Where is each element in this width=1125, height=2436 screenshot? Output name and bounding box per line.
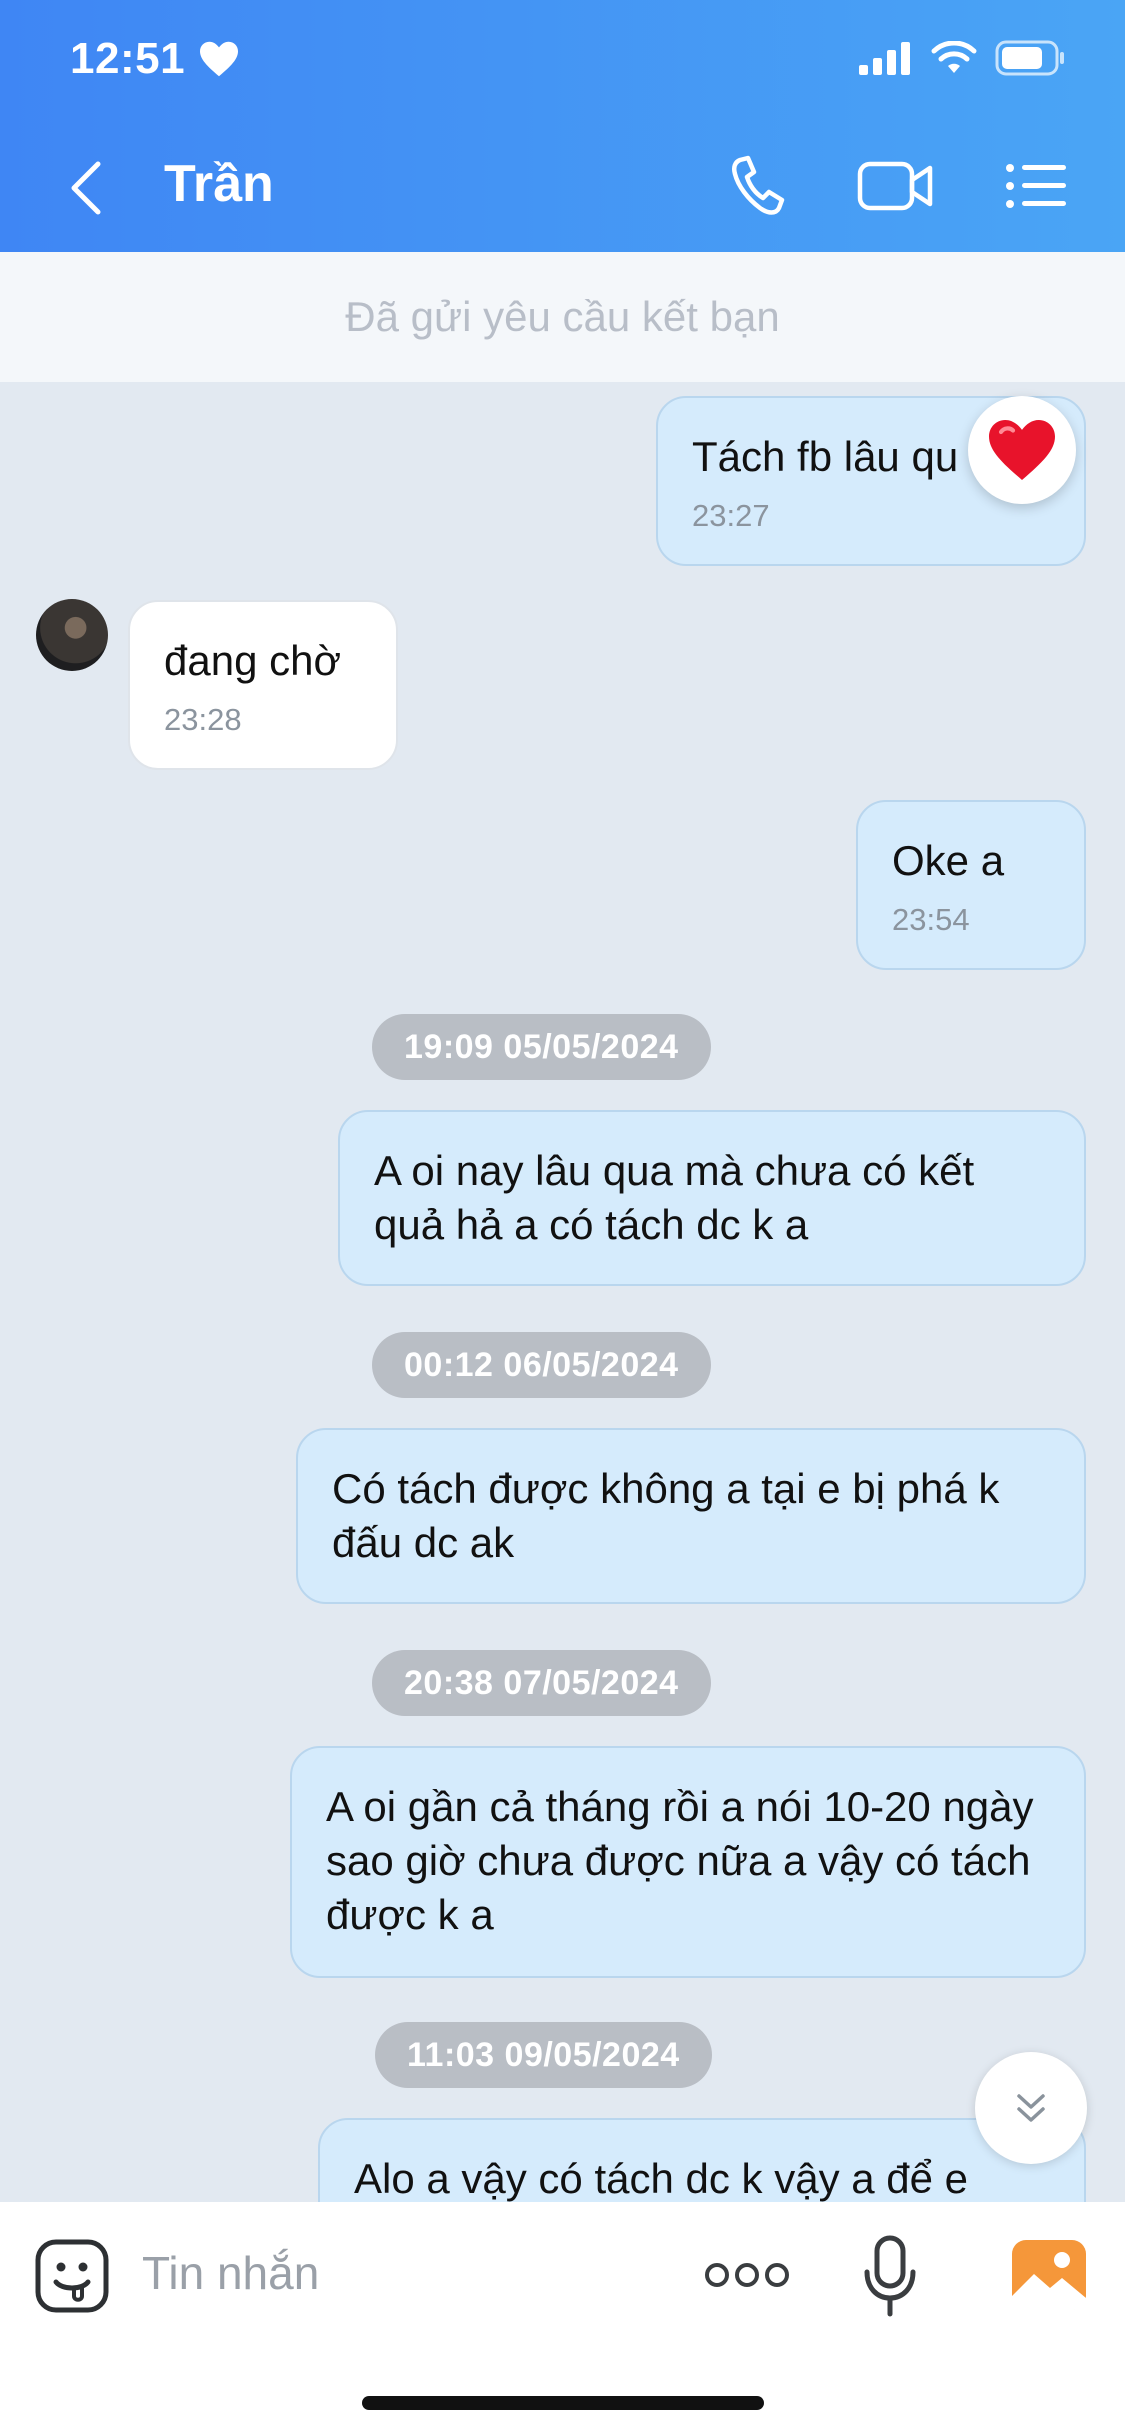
status-icons: [859, 40, 1065, 76]
signal-icon: [859, 42, 910, 75]
sticker-emoji-icon[interactable]: [34, 2238, 110, 2314]
message-text: Có tách được không a tại e bị phá k đấu …: [332, 1465, 1000, 1566]
message-text: Tách fb lâu qu: [692, 433, 959, 480]
message-time: 23:27: [692, 498, 770, 533]
menu-list-icon[interactable]: [1004, 150, 1068, 222]
battery-icon: [995, 40, 1064, 76]
contact-name[interactable]: Trần: [164, 154, 274, 214]
heart-reaction-icon: [989, 420, 1055, 480]
message-text: Oke a: [892, 837, 1005, 884]
date-separator: 00:12 06/05/2024: [372, 1332, 711, 1398]
video-call-icon[interactable]: [856, 150, 936, 222]
microphone-icon[interactable]: [862, 2234, 918, 2318]
home-indicator: [362, 2396, 764, 2410]
message-input[interactable]: Tin nhắn: [142, 2246, 319, 2300]
message-time: 23:28: [164, 702, 242, 737]
back-chevron-icon[interactable]: [66, 160, 106, 216]
date-separator: 19:09 05/05/2024: [372, 1014, 711, 1080]
message-bubble-outgoing[interactable]: Oke a 23:54: [856, 800, 1086, 970]
message-bubble-incoming[interactable]: đang chờ 23:28: [128, 600, 398, 770]
message-bubble-outgoing[interactable]: Alo a vậy có tách dc k vậy a để e: [318, 2118, 1086, 2202]
message-text: A oi nay lâu qua mà chưa có kết quả hả a…: [374, 1147, 975, 1248]
date-separator: 20:38 07/05/2024: [372, 1650, 711, 1716]
message-time: 23:54: [892, 902, 970, 937]
scroll-to-bottom-button[interactable]: [975, 2052, 1087, 2164]
friend-request-banner: Đã gửi yêu cầu kết bạn: [0, 252, 1125, 382]
phone-icon[interactable]: [726, 150, 788, 222]
reaction-badge[interactable]: [968, 396, 1076, 504]
more-options-icon[interactable]: [704, 2260, 790, 2290]
wifi-icon: [931, 41, 977, 73]
message-text: đang chờ: [164, 637, 342, 684]
message-bubble-outgoing[interactable]: A oi nay lâu qua mà chưa có kết quả hả a…: [338, 1110, 1086, 1286]
status-time: 12:51: [70, 34, 186, 83]
message-text: A oi gần cả tháng rồi a nói 10-20 ngày s…: [326, 1783, 1034, 1938]
date-separator: 11:03 09/05/2024: [375, 2022, 712, 2088]
message-text: Alo a vậy có tách dc k vậy a để e: [354, 2155, 969, 2202]
message-list[interactable]: Tách fb lâu qu 23:27 đang chờ 23:28 Oke …: [0, 382, 1125, 2202]
contact-avatar[interactable]: [36, 599, 108, 671]
heart-icon: [200, 41, 238, 77]
image-gallery-icon[interactable]: [1010, 2238, 1088, 2312]
double-chevron-down-icon: [1017, 2094, 1045, 2122]
message-bubble-outgoing[interactable]: Có tách được không a tại e bị phá k đấu …: [296, 1428, 1086, 1604]
chat-header: 12:51 Trần: [0, 0, 1125, 252]
message-bubble-outgoing[interactable]: A oi gần cả tháng rồi a nói 10-20 ngày s…: [290, 1746, 1086, 1978]
